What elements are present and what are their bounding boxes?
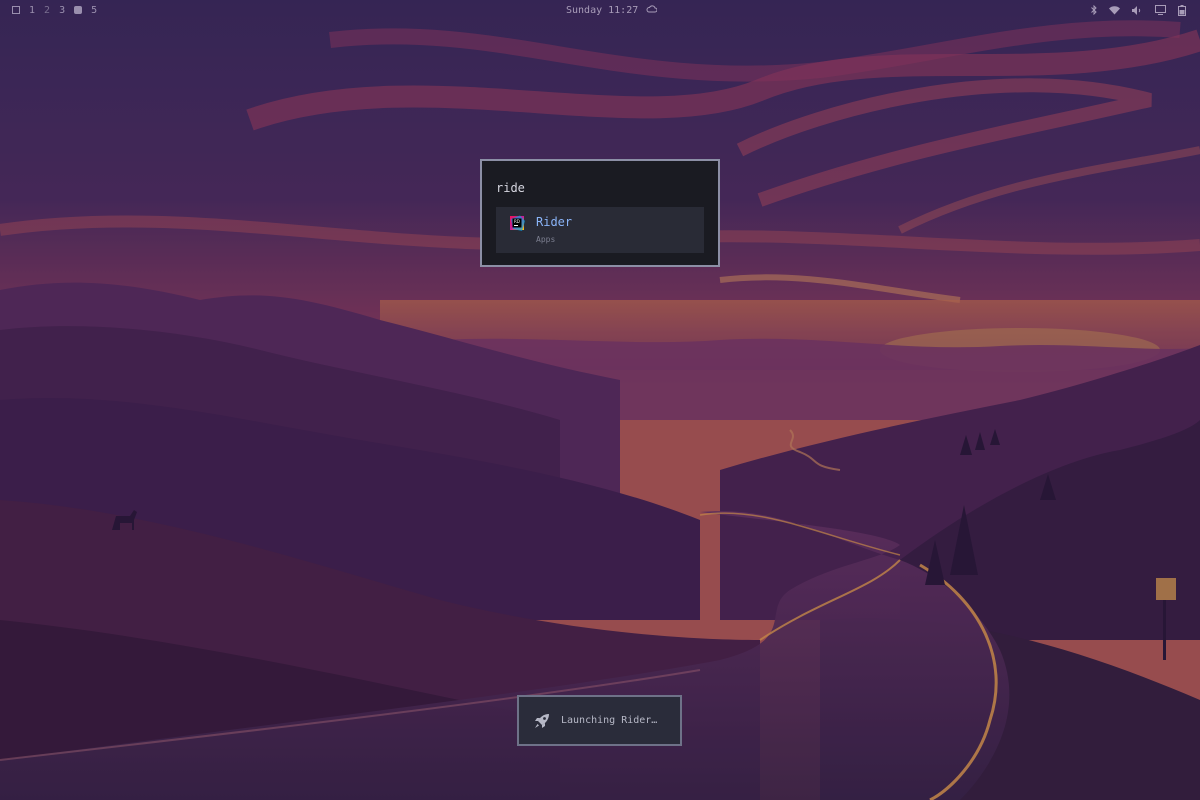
cloud-icon [646,4,658,16]
system-tray [1091,0,1186,20]
app-launcher: ride RD Rider Apps [480,159,720,267]
desktop-wallpaper [0,0,1200,800]
result-item-rider[interactable]: RD Rider Apps [496,207,704,253]
result-app-name: Rider [536,215,573,229]
workspace-4-active-icon[interactable] [74,6,83,14]
rocket-icon [533,712,551,730]
clock-text: Sunday 11:27 [566,4,639,16]
result-app-category: Apps [536,235,556,244]
notification-text: Launching Rider… [561,715,658,726]
rider-app-icon: RD [509,215,525,231]
top-bar: 1 2 3 5 Sunday 11:27 [0,0,1200,20]
svg-text:RD: RD [514,219,520,224]
workspace-5[interactable]: 5 [91,5,97,16]
workspace-switcher: 1 2 3 5 [12,0,97,20]
volume-icon[interactable] [1132,5,1143,15]
display-icon[interactable] [1155,5,1166,15]
launch-notification: Launching Rider… [517,695,682,746]
workspace-3[interactable]: 3 [59,5,65,16]
clock[interactable]: Sunday 11:27 [566,0,658,20]
workspace-1[interactable]: 1 [29,5,35,16]
bluetooth-icon[interactable] [1091,5,1097,15]
layout-icon[interactable] [12,6,20,14]
battery-icon[interactable] [1178,4,1186,16]
wifi-icon[interactable] [1109,5,1120,15]
search-input[interactable]: ride [496,181,525,195]
workspace-2[interactable]: 2 [44,5,50,16]
